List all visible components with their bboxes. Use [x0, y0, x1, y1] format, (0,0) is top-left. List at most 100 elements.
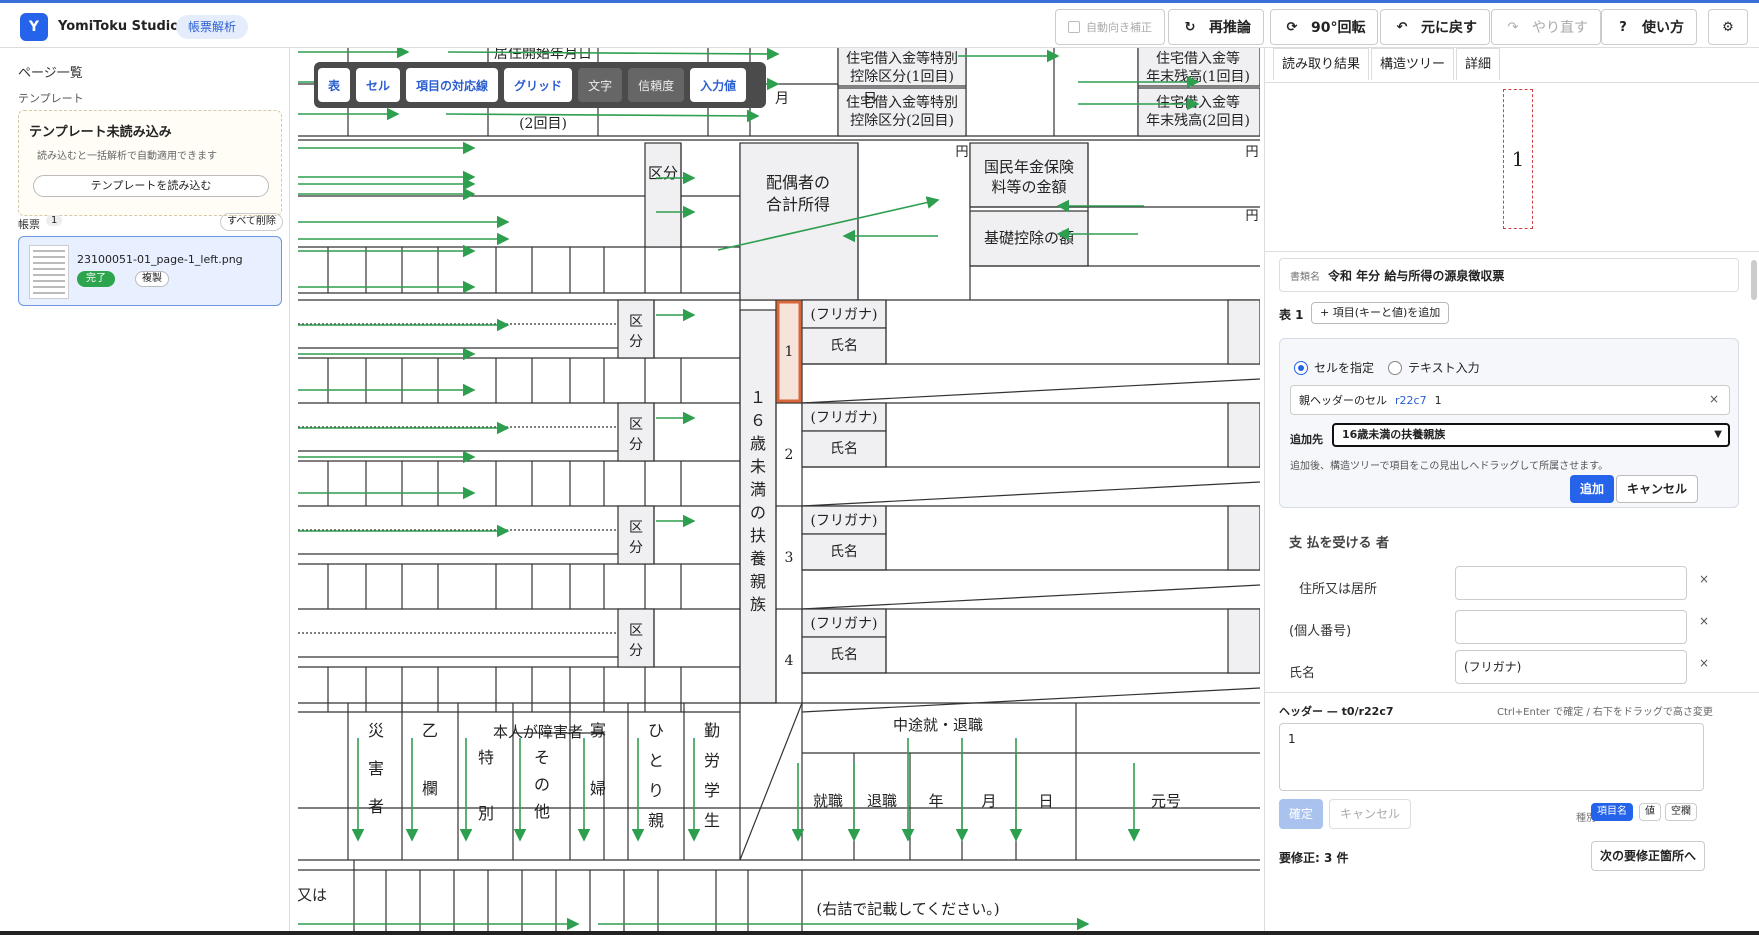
label-self-disabled: 本人が障害者 — [493, 723, 583, 741]
next-fix-button[interactable]: 次の要修正箇所へ — [1591, 841, 1706, 871]
label-kubun: 分 — [629, 437, 643, 453]
header-editor-textarea[interactable]: 1 — [1279, 723, 1704, 791]
refresh-icon: ↻ — [1184, 19, 1196, 35]
destination-label: 追加先 — [1290, 433, 1323, 446]
toolbar-input-values[interactable]: 入力値 — [690, 68, 747, 102]
redo-button[interactable]: ↷ やり直す — [1491, 9, 1601, 45]
radio-specify-cell[interactable]: セルを指定 — [1294, 359, 1374, 376]
label-widow: 婦 — [590, 779, 606, 798]
field-input-name[interactable]: (フリガナ) — [1455, 650, 1687, 684]
header-editor-hint: Ctrl+Enter で確定 / 右下をドラッグで高さ変更 — [1497, 707, 1713, 718]
label-year: 年 — [928, 792, 943, 810]
field-input-my-number[interactable] — [1455, 610, 1687, 644]
status-badge: 完了 — [77, 271, 115, 287]
label-single-parent: 親 — [648, 811, 664, 830]
redo-icon: ↷ — [1507, 19, 1519, 35]
document-canvas[interactable]: 居住開始年月日 (2回目) 住宅借入金等特別 控除区分(1回目) 住宅借入金等特… — [298, 48, 1260, 935]
field-input-address[interactable] — [1455, 566, 1687, 600]
cancel-button[interactable]: キャンセル — [1616, 475, 1699, 503]
label-furigana: (フリガナ) — [811, 410, 878, 426]
undo-button[interactable]: ↶ 元に戻す — [1380, 9, 1490, 45]
toolbar-table[interactable]: 表 — [318, 68, 351, 102]
label-right-note: (右詰で記載してください。) — [816, 900, 999, 918]
add-button[interactable]: 追加 — [1570, 475, 1615, 503]
label-dependents-vertical: 親 — [750, 572, 766, 591]
toolbar-confidence[interactable]: 信頼度 — [628, 68, 685, 102]
label-day: 日 — [863, 91, 877, 107]
label-otsu: 欄 — [422, 779, 438, 798]
toolbar-text[interactable]: 文字 — [578, 68, 623, 102]
label-dependents-vertical: ６ — [750, 411, 766, 430]
radio-icon[interactable] — [1294, 360, 1308, 375]
document-name-label: 書類名 — [1290, 271, 1320, 283]
label-loan-balance-2: 住宅借入金等 — [1156, 94, 1240, 111]
tab-read-results[interactable]: 読み取り結果 — [1273, 48, 1370, 80]
duplicate-button[interactable]: 複製 — [135, 271, 169, 287]
help-button[interactable]: ? 使い方 — [1601, 9, 1697, 45]
redo-label: やり直す — [1532, 20, 1588, 36]
label-month: 月 — [775, 91, 789, 107]
label-kubun: 区 — [629, 623, 643, 639]
toolbar-grid[interactable]: グリッド — [504, 68, 573, 102]
label-single-parent: と — [648, 751, 664, 770]
auto-orient-toggle[interactable]: 自動向き補正 — [1055, 9, 1165, 45]
tab-structure-tree[interactable]: 構造ツリー — [1371, 48, 1455, 80]
preview-crop: 1 — [1503, 89, 1533, 229]
toolbar-cell[interactable]: セル — [356, 68, 401, 102]
parent-header-ref: r22c7 — [1395, 393, 1427, 407]
kind-value[interactable]: 値 — [1639, 803, 1661, 821]
label-working-student: 労 — [704, 751, 720, 770]
toolbar-item-links[interactable]: 項目の対応線 — [406, 68, 499, 102]
checkbox-icon[interactable] — [1068, 21, 1080, 33]
tab-details[interactable]: 詳細 — [1456, 48, 1501, 80]
forms-label: 帳票 — [18, 218, 40, 231]
kind-item-name[interactable]: 項目名 — [1591, 803, 1633, 821]
chevron-down-icon: ▼ — [1714, 429, 1722, 440]
delete-all-button[interactable]: すべて削除 — [220, 213, 283, 231]
close-icon[interactable]: × — [1699, 572, 1709, 586]
rotate-button[interactable]: ⟳ 90°回転 — [1270, 9, 1379, 45]
close-icon[interactable]: × — [1709, 392, 1719, 406]
mode-badge[interactable]: 帳票解析 — [176, 15, 249, 39]
settings-button[interactable]: ⚙ — [1708, 9, 1748, 45]
confirm-button[interactable]: 確定 — [1279, 799, 1324, 829]
close-icon[interactable]: × — [1699, 614, 1709, 628]
label-loan-balance-2b: 年末残高(2回目) — [1146, 112, 1250, 129]
destination-select[interactable]: 16歳未満の扶養親族 ▼ — [1332, 423, 1730, 447]
label-day-2: 日 — [1038, 792, 1053, 810]
form-image: 居住開始年月日 (2回目) 住宅借入金等特別 控除区分(1回目) 住宅借入金等特… — [298, 48, 1260, 935]
parent-header-label: 親ヘッダーのセル — [1299, 394, 1387, 407]
label-kubun: 分 — [629, 643, 643, 659]
close-icon[interactable]: × — [1699, 656, 1709, 670]
document-name-value: 令和 年分 給与所得の源泉徴収票 — [1328, 268, 1505, 283]
load-template-button[interactable]: テンプレートを読み込む — [33, 175, 269, 197]
reinfer-button[interactable]: ↻ 再推論 — [1168, 9, 1264, 45]
radio-icon[interactable] — [1388, 360, 1402, 375]
question-icon: ? — [1619, 19, 1627, 35]
label-kubun: 区 — [629, 520, 643, 536]
kind-blank[interactable]: 空欄 — [1665, 803, 1697, 821]
label-hire: 就職 — [813, 792, 843, 810]
label-dependents-vertical: 扶 — [750, 526, 766, 545]
radio-text-input-label: テキスト入力 — [1408, 361, 1480, 375]
radio-text-input[interactable]: テキスト入力 — [1388, 359, 1480, 376]
label-basic-deduction: 基礎控除の額 — [984, 229, 1074, 247]
label-dependents-vertical: 養 — [750, 549, 766, 568]
label-furigana: (フリガナ) — [811, 616, 878, 632]
label-kubun: 分 — [629, 334, 643, 350]
label-month-2: 月 — [981, 792, 996, 810]
label-row-number: 3 — [785, 550, 794, 566]
label-retire: 退職 — [867, 792, 897, 810]
label-shimei: 氏名 — [830, 338, 858, 354]
label-single-parent: ひ — [648, 721, 664, 740]
document-name-field: 書類名 令和 年分 給与所得の源泉徴収票 — [1279, 258, 1739, 292]
label-kubun: 区 — [629, 314, 643, 330]
table-label: 表 1 — [1279, 308, 1304, 322]
file-card[interactable]: 23100051-01_page-1_left.png 完了 複製 — [18, 236, 282, 306]
header-cancel-button[interactable]: キャンセル — [1329, 799, 1412, 829]
section-title: 支 払を受ける 者 — [1289, 536, 1390, 551]
auto-orient-label: 自動向き補正 — [1086, 21, 1152, 34]
label-disaster: 者 — [368, 797, 384, 816]
add-item-button[interactable]: + 項目(キーと値)を追加 — [1311, 302, 1450, 324]
right-scrollbar[interactable] — [1751, 260, 1757, 300]
